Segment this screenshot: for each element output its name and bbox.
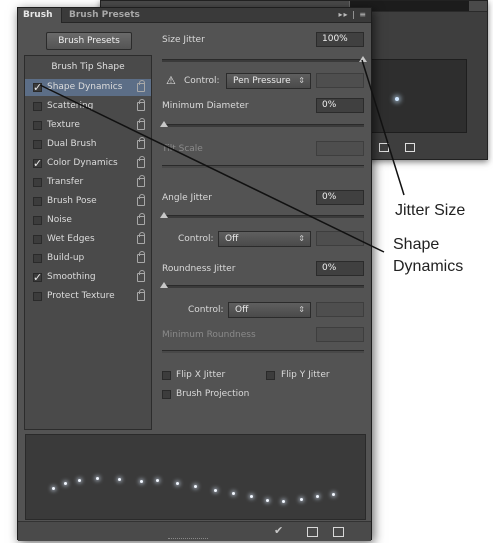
shape-dynamics-line [39, 84, 385, 253]
callout-shape: Shape [393, 236, 440, 253]
callout-dynamics: Dynamics [393, 258, 464, 275]
jitter-size-line [361, 59, 405, 196]
callout-jitter-size: Jitter Size [395, 202, 466, 219]
